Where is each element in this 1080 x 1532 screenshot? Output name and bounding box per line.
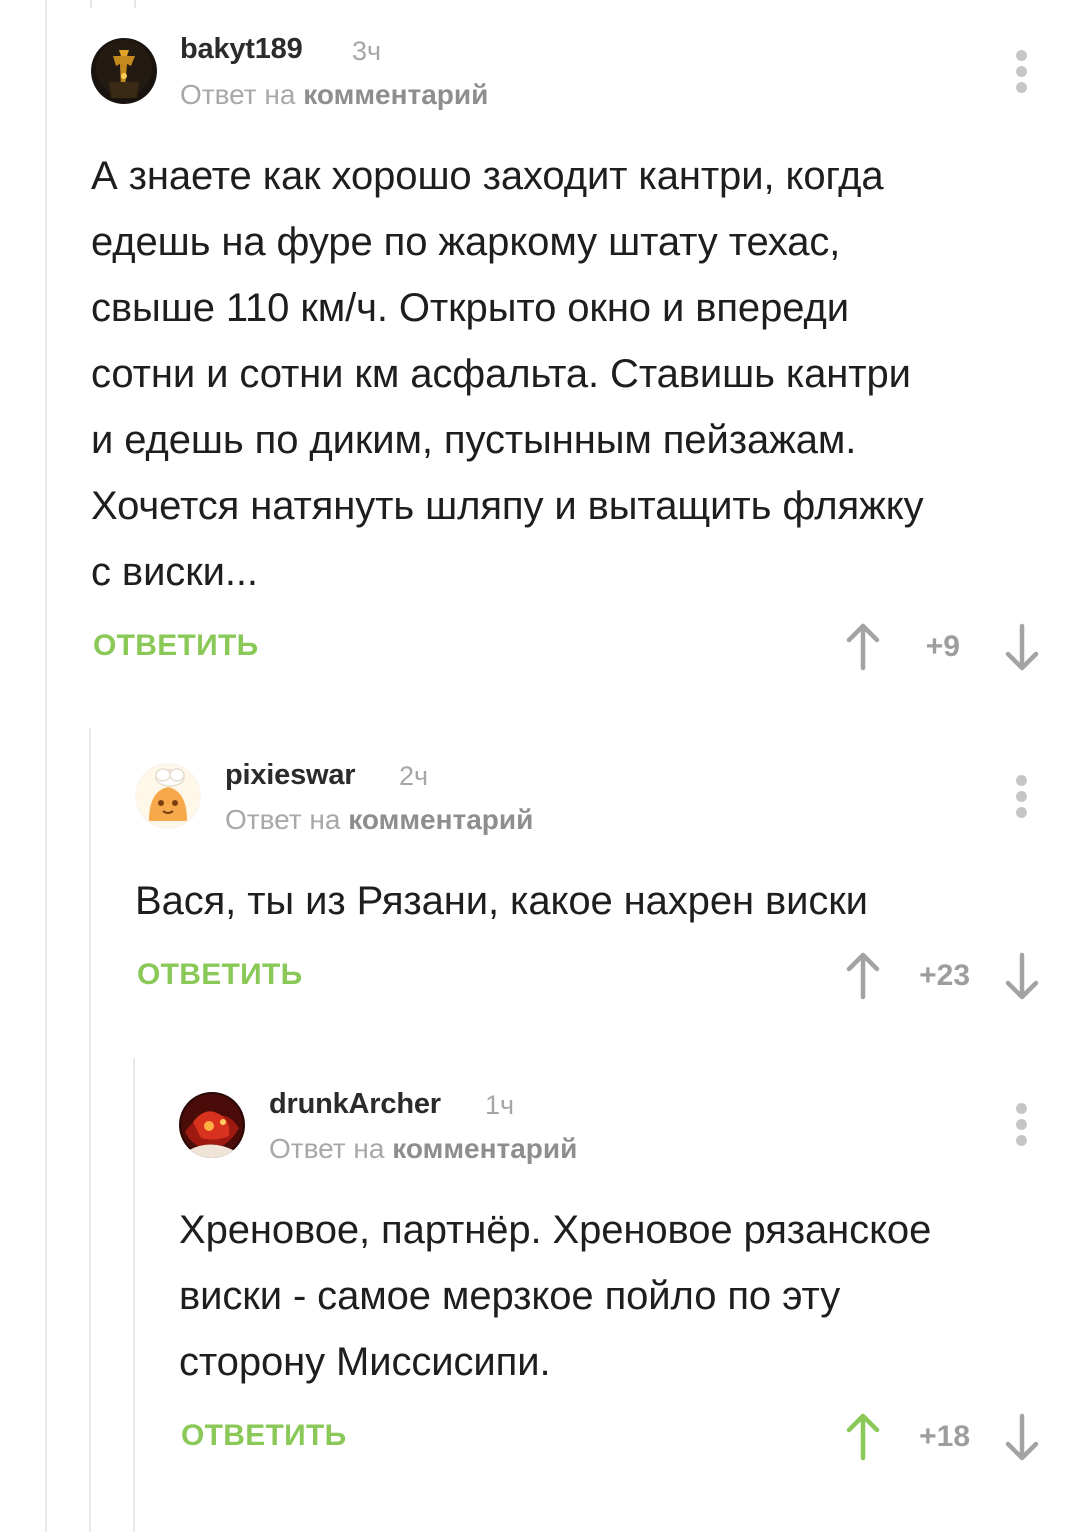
comment-text: А знаете как хорошо заходит кантри, когд… [91,154,924,594]
reply-to-link[interactable]: комментарий [392,1133,577,1164]
rating-count: +18 [919,1420,970,1453]
comment-time: 1ч [485,1090,515,1120]
reply-to-link[interactable]: комментарий [303,79,488,110]
downvote-arrow-icon[interactable] [1004,951,1040,1001]
comment-time: 3ч [352,36,382,66]
more-options-icon[interactable] [1014,775,1028,821]
username[interactable]: drunkArcher [269,1088,441,1121]
user-avatar[interactable] [179,1092,245,1158]
reply-to-line: Ответ на комментарий [225,804,533,836]
comment-text: Вася, ты из Рязани, какое нахрен виски [135,879,868,923]
username[interactable]: pixieswar [225,759,356,792]
thread-line-level-0 [45,0,47,1532]
reply-button[interactable]: ОТВЕТИТЬ [181,1419,347,1453]
reply-to-link[interactable]: комментарий [348,804,533,835]
thread-line-level-1 [89,728,91,1532]
reply-to-prefix: Ответ на [225,804,341,835]
reply-to-line: Ответ на комментарий [180,79,488,111]
reply-to-line: Ответ на комментарий [269,1133,577,1165]
comment-time: 2ч [399,761,429,791]
reply-to-prefix: Ответ на [269,1133,385,1164]
thread-line-level-2 [133,1058,135,1532]
upvote-arrow-icon[interactable] [845,951,881,1001]
downvote-arrow-icon[interactable] [1004,622,1040,672]
more-options-icon[interactable] [1014,50,1028,96]
upvote-arrow-icon[interactable] [845,622,881,672]
user-avatar[interactable] [135,763,201,829]
downvote-arrow-icon[interactable] [1004,1412,1040,1462]
reply-button[interactable]: ОТВЕТИТЬ [93,629,259,663]
upvote-arrow-icon-active[interactable] [845,1412,881,1462]
rating-count: +23 [919,959,970,992]
rating-count: +9 [925,630,960,663]
comment-text: Хреновое, партнёр. Хреновое рязанское ви… [179,1208,932,1384]
user-avatar[interactable] [91,38,157,104]
username[interactable]: bakyt189 [180,33,303,66]
reply-button[interactable]: ОТВЕТИТЬ [137,958,303,992]
more-options-icon[interactable] [1014,1103,1028,1149]
reply-to-prefix: Ответ на [180,79,296,110]
